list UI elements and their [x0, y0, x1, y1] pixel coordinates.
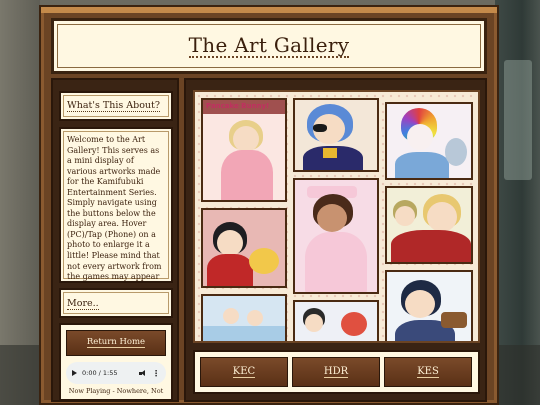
- artwork-image: [295, 180, 377, 292]
- nav-label: KES: [417, 366, 439, 378]
- more-label: More..: [67, 298, 99, 311]
- artwork-image: [387, 104, 471, 178]
- header-inner: The Art Gallery: [57, 24, 481, 68]
- more-options-icon[interactable]: ⋮: [152, 369, 160, 378]
- whats-this-label: What's This About?: [67, 100, 160, 113]
- gallery-thumb[interactable]: [385, 186, 473, 264]
- nav-button-hdr[interactable]: HDR: [292, 357, 380, 387]
- page-title: The Art Gallery: [188, 32, 350, 58]
- nav-button-kec[interactable]: KEC: [200, 357, 288, 387]
- artwork-image: [295, 100, 377, 170]
- play-icon[interactable]: [72, 370, 77, 376]
- artwork-image: [387, 272, 471, 341]
- now-playing-text: Now Playing - Nowhere, Not: [68, 387, 164, 395]
- thumb-caption: Pancake Bunny!: [206, 102, 270, 110]
- window-light: [504, 60, 532, 180]
- nav-button-kes[interactable]: KES: [384, 357, 472, 387]
- gallery-thumb[interactable]: [293, 300, 379, 341]
- artwork-image: [295, 302, 377, 341]
- description-text: Welcome to the Art Gallery! This serves …: [67, 135, 162, 282]
- gallery-thumb[interactable]: [385, 102, 473, 180]
- return-home-button[interactable]: Return Home: [66, 330, 166, 356]
- section-nav: KEC HDR KES: [193, 350, 480, 394]
- player-panel: Return Home 0:00 / 1:55 ⋮ Now Playing - …: [59, 323, 173, 401]
- gallery-display[interactable]: Pancake Bunny!: [193, 90, 480, 343]
- gallery-thumb[interactable]: [293, 178, 379, 294]
- artwork-image: [203, 100, 285, 200]
- volume-icon[interactable]: [139, 369, 147, 377]
- nav-label: KEC: [232, 366, 256, 378]
- gallery-thumb[interactable]: [201, 294, 287, 341]
- gallery-frame: The Art Gallery What's This About? Welco…: [39, 5, 499, 405]
- gallery-container: Pancake Bunny! KEC HDR KES: [184, 78, 487, 402]
- description-panel[interactable]: Welcome to the Art Gallery! This serves …: [59, 127, 173, 283]
- gallery-thumb[interactable]: [293, 98, 379, 172]
- sidebar: What's This About? Welcome to the Art Ga…: [51, 78, 179, 402]
- gallery-thumb[interactable]: [385, 270, 473, 341]
- artwork-image: [387, 188, 471, 262]
- gallery-thumb[interactable]: [201, 208, 287, 288]
- header-panel: The Art Gallery: [51, 18, 487, 74]
- whats-this-button[interactable]: What's This About?: [59, 91, 173, 121]
- artwork-image: [203, 296, 285, 341]
- audio-time: 0:00 / 1:55: [82, 369, 118, 377]
- more-button[interactable]: More..: [59, 288, 173, 318]
- artwork-image: [203, 210, 285, 286]
- audio-player[interactable]: 0:00 / 1:55 ⋮: [66, 362, 166, 384]
- gallery-thumb[interactable]: Pancake Bunny!: [201, 98, 287, 202]
- nav-label: HDR: [323, 366, 349, 378]
- return-home-label: Return Home: [86, 336, 146, 349]
- frame-top-strip: [41, 7, 497, 13]
